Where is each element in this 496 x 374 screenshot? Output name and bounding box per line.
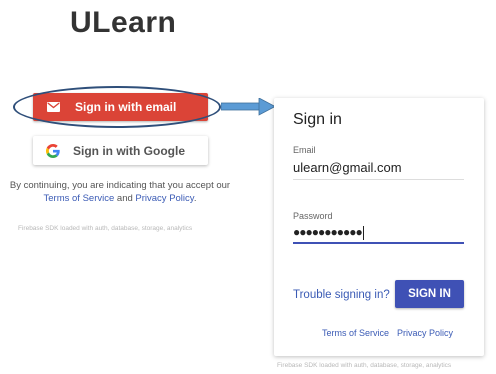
sign-in-button[interactable]: SIGN IN xyxy=(395,280,464,308)
privacy-link[interactable]: Privacy Policy xyxy=(135,193,193,204)
sdk-note-left: Firebase SDK loaded with auth, database,… xyxy=(18,225,193,232)
email-underline xyxy=(293,179,464,180)
tos-prefix: By continuing, you are indicating that y… xyxy=(9,180,231,191)
arrow-right-icon xyxy=(221,98,275,116)
mail-icon xyxy=(33,102,73,112)
footer-tos-link[interactable]: Terms of Service xyxy=(322,328,389,338)
footer-privacy-link[interactable]: Privacy Policy xyxy=(397,328,453,338)
password-mask: ●●●●●●●●●●● xyxy=(293,225,363,239)
email-label: Email xyxy=(293,145,316,155)
tos-and: and xyxy=(116,193,133,204)
email-button-label: Sign in with email xyxy=(75,100,177,114)
password-underline xyxy=(293,242,464,244)
text-cursor xyxy=(362,225,364,240)
sign-in-with-google-button[interactable]: Sign in with Google xyxy=(33,136,208,165)
card-title: Sign in xyxy=(293,111,342,128)
card-footer: Terms of Service Privacy Policy xyxy=(322,328,453,338)
trouble-signing-in-link[interactable]: Trouble signing in? xyxy=(293,289,390,301)
tos-suffix: . xyxy=(193,193,197,204)
google-g-icon xyxy=(33,143,73,158)
page-root: ULearn Sign in with email Sign in with G… xyxy=(0,0,496,374)
tos-notice: By continuing, you are indicating that y… xyxy=(0,179,240,205)
email-field[interactable]: ulearn@gmail.com xyxy=(293,160,402,175)
sdk-note-right: Firebase SDK loaded with auth, database,… xyxy=(277,362,452,369)
password-label: Password xyxy=(293,211,333,221)
tos-link[interactable]: Terms of Service xyxy=(44,193,115,204)
sign-in-card: Sign in Email ulearn@gmail.com Password … xyxy=(274,98,484,356)
sign-in-with-email-button[interactable]: Sign in with email xyxy=(33,93,208,121)
app-title: ULearn xyxy=(70,6,177,39)
password-field[interactable]: ●●●●●●●●●●● xyxy=(293,225,364,240)
google-button-label: Sign in with Google xyxy=(73,143,185,158)
